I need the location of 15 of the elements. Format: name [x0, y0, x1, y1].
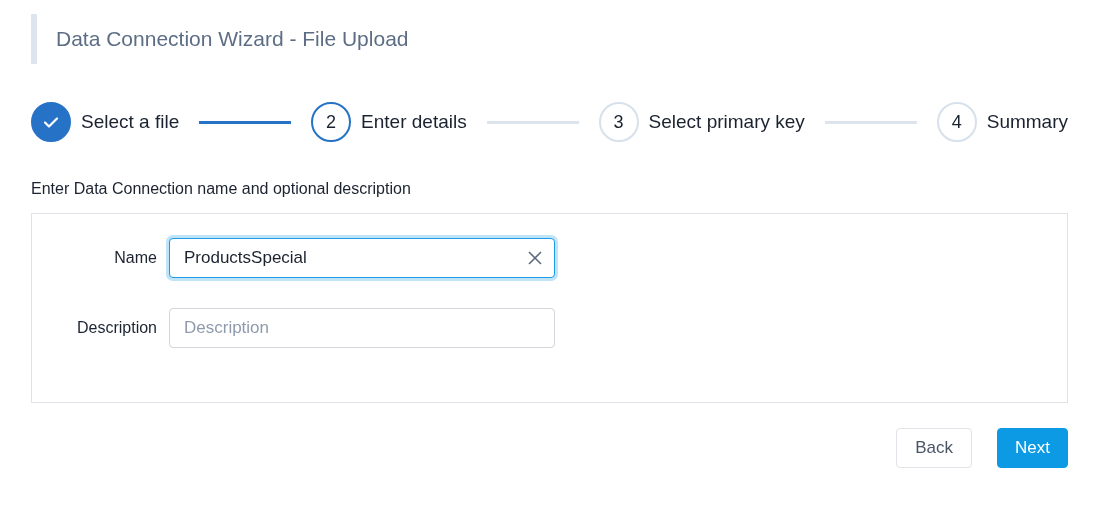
- text-field[interactable]: ProductsSpecial: [169, 238, 555, 278]
- back-button[interactable]: Back: [896, 428, 973, 468]
- field-label: Description: [75, 319, 158, 337]
- text-field[interactable]: Description: [169, 308, 555, 348]
- step-label: Summary: [986, 111, 1068, 133]
- field-label: Name: [113, 249, 158, 267]
- step-label: Enter details: [361, 111, 467, 133]
- step-number: 4: [936, 102, 977, 142]
- instructions-text: Enter Data Connection name and optional description: [31, 180, 412, 198]
- step-label: Select primary key: [648, 111, 805, 133]
- step-number: 3: [598, 102, 639, 142]
- step-label: Select a file: [81, 111, 180, 133]
- wizard-title: Data Connection Wizard - File Upload: [56, 26, 410, 52]
- step-number: 2: [311, 102, 352, 142]
- clear-icon[interactable]: [528, 251, 542, 265]
